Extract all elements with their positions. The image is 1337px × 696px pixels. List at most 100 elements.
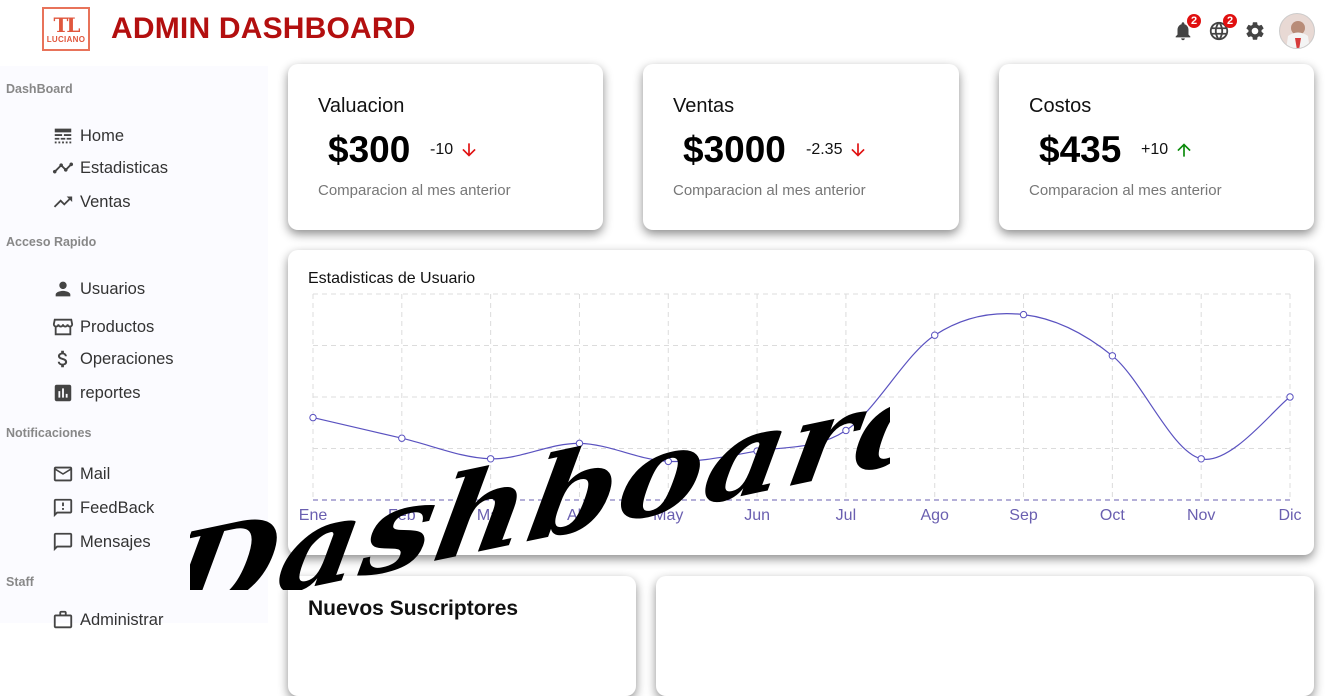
person-icon	[52, 278, 74, 300]
data-point-sep[interactable]	[1019, 310, 1028, 319]
sidebar-section-acceso-rapido: Acceso Rapido	[6, 235, 97, 249]
sidebar-item-operaciones[interactable]: Operaciones	[52, 348, 174, 370]
mail-icon	[52, 463, 74, 485]
storefront-icon	[52, 316, 74, 338]
sidebar-section-notificaciones: Notificaciones	[6, 426, 92, 440]
sidebar-item-ventas[interactable]: Ventas	[52, 191, 130, 213]
x-tick-label: Abr	[567, 507, 593, 524]
logo-wordmark: LUCIANO	[46, 34, 86, 44]
sidebar-item-feedback[interactable]: FeedBack	[52, 497, 154, 519]
x-tick-label: Oct	[1100, 507, 1125, 524]
kpi-value: $3000	[683, 129, 786, 170]
sidebar-item-label: Mensajes	[80, 532, 151, 551]
kpi-title: Valuacion	[318, 95, 405, 117]
kpi-title: Costos	[1029, 95, 1092, 117]
user-avatar[interactable]	[1279, 13, 1315, 49]
sidebar-item-estadisticas[interactable]: Estadisticas	[52, 157, 168, 179]
kpi-value: $435	[1039, 129, 1122, 170]
trending-up-icon	[52, 191, 74, 213]
kpi-delta-value: +10	[1141, 141, 1169, 158]
kpi-delta: -2.35	[806, 140, 868, 160]
sidebar-item-label: Administrar	[80, 610, 164, 629]
x-tick-label: Feb	[388, 507, 416, 524]
dollar-icon	[52, 348, 74, 370]
gear-icon	[1246, 22, 1264, 40]
kpi-value: $300	[328, 129, 411, 170]
data-point-feb[interactable]	[398, 434, 406, 442]
x-tick-label: May	[653, 507, 683, 524]
data-point-ene[interactable]	[309, 413, 317, 422]
sidebar-item-productos[interactable]: Productos	[52, 316, 154, 338]
data-point-mar[interactable]	[486, 455, 495, 463]
avatar-image	[1280, 14, 1314, 48]
sidebar-item-label: Usuarios	[80, 279, 146, 298]
line-style-icon	[52, 125, 74, 147]
data-point-may[interactable]	[664, 457, 672, 466]
notifications-badge: 2	[1187, 14, 1201, 28]
kpi-delta: -10	[430, 140, 479, 160]
work-icon	[52, 609, 74, 631]
sidebar-item-label: Home	[80, 126, 125, 145]
top-bar: TL LUCIANO ADMIN DASHBOARD 2 2	[0, 0, 1337, 62]
sidebar-section-staff: Staff	[6, 575, 34, 589]
data-point-oct[interactable]	[1108, 352, 1117, 360]
data-point-dic[interactable]	[1286, 393, 1294, 401]
bar-chart-icon	[52, 382, 74, 404]
sidebar-item-mensajes[interactable]: Mensajes	[52, 531, 151, 553]
notifications-button[interactable]: 2	[1171, 14, 1201, 43]
kpi-card-valuacion: Valuacion $300 -10 Comparacion al mes an…	[288, 64, 603, 230]
timeline-icon	[52, 157, 74, 179]
header-actions: 2 2	[1171, 11, 1315, 51]
new-subscribers-title: Nuevos Suscriptores	[308, 597, 519, 620]
sidebar-item-label: Mail	[80, 464, 111, 483]
brand-logo[interactable]: TL LUCIANO	[42, 7, 90, 51]
data-point-nov[interactable]	[1197, 455, 1205, 463]
sidebar-item-usuarios[interactable]: Usuarios	[52, 278, 145, 300]
x-tick-label: Nov	[1187, 507, 1215, 524]
user-stats-chart: Ene Feb Mar Abr May Jun Jul Ago Sep Oct Nov Dic	[299, 293, 1302, 524]
kpi-subtitle: Comparacion al mes anterior	[1029, 182, 1222, 199]
x-tick-label: Dic	[1278, 507, 1301, 524]
kpi-title: Ventas	[673, 95, 735, 117]
sidebar-item-label: Productos	[80, 317, 155, 336]
latest-transactions-card	[656, 576, 1314, 696]
kpi-subtitle: Comparacion al mes anterior	[318, 182, 511, 199]
sidebar-item-reportes[interactable]: reportes	[52, 382, 141, 404]
arrow-up-icon	[1177, 143, 1191, 157]
x-tick-label: Ene	[299, 507, 328, 524]
kpi-card-costos: Costos $435 +10 Comparacion al mes anter…	[999, 64, 1314, 230]
language-button[interactable]: 2	[1207, 14, 1237, 43]
settings-button[interactable]	[1243, 19, 1267, 43]
x-tick-label: Ago	[920, 507, 949, 524]
feedback-icon	[52, 497, 74, 519]
sidebar: DashBoard Home Estadisticas Ventas Acces…	[0, 66, 268, 629]
kpi-delta-value: -2.35	[806, 141, 843, 158]
sidebar-item-label: Ventas	[80, 192, 131, 211]
new-subscribers-card: Nuevos Suscriptores	[288, 576, 636, 696]
arrow-down-icon	[851, 143, 866, 157]
kpi-delta: +10	[1141, 140, 1194, 160]
user-stats-card: Estadisticas de Usuario Ene Feb Mar Abr May J…	[288, 250, 1314, 555]
sidebar-section-dashboard: DashBoard	[6, 82, 73, 96]
x-tick-label: Mar	[477, 507, 505, 524]
sidebar-item-label: FeedBack	[80, 498, 155, 517]
data-point-abr[interactable]	[575, 439, 584, 448]
sidebar-item-label: Estadisticas	[80, 158, 169, 177]
x-tick-label: Jul	[836, 507, 856, 524]
sidebar-item-label: Operaciones	[80, 349, 174, 368]
sidebar-item-home[interactable]: Home	[52, 125, 124, 147]
sidebar-item-mail[interactable]: Mail	[52, 463, 110, 485]
logo-monogram: TL	[53, 12, 81, 37]
data-point-ago[interactable]	[931, 331, 939, 339]
data-point-jun[interactable]	[753, 447, 761, 455]
x-tick-label: Jun	[744, 507, 770, 524]
page-title: ADMIN DASHBOARD	[111, 12, 416, 45]
kpi-delta-value: -10	[430, 141, 454, 158]
data-point-jul[interactable]	[842, 426, 850, 435]
sidebar-item-administrar[interactable]: Administrar	[52, 609, 163, 631]
chat-icon	[52, 531, 74, 553]
kpi-subtitle: Comparacion al mes anterior	[673, 182, 866, 199]
arrow-down-icon	[462, 143, 476, 157]
language-badge: 2	[1223, 14, 1237, 28]
kpi-card-ventas: Ventas $3000 -2.35 Comparacion al mes an…	[643, 64, 959, 230]
